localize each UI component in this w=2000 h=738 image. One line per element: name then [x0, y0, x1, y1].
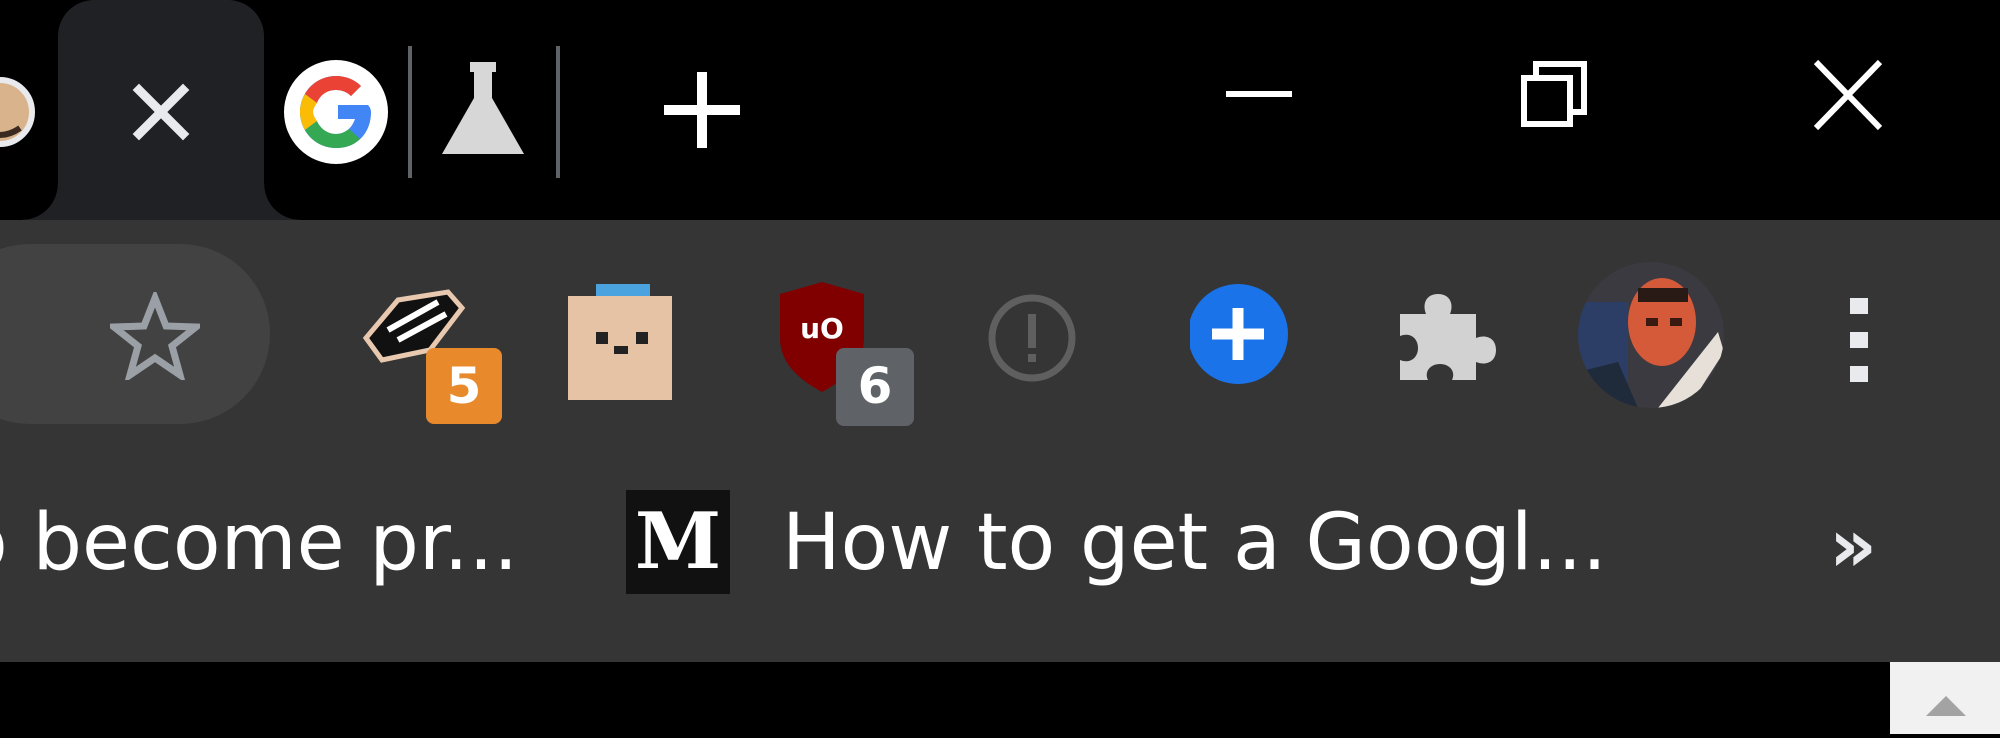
scrollbar-up-arrow[interactable]	[1890, 662, 2000, 734]
flask-icon[interactable]	[436, 60, 530, 160]
window-close-icon[interactable]	[1800, 50, 1894, 140]
page-content	[0, 662, 2000, 734]
stamp-extension-icon[interactable]: 5	[358, 280, 502, 424]
restore-icon[interactable]	[1506, 50, 1600, 140]
tab-close-icon[interactable]	[127, 78, 195, 146]
extension-badge: 5	[426, 348, 502, 424]
extension-badge: 6	[836, 348, 914, 426]
kebab-menu-icon[interactable]	[1840, 290, 1878, 390]
bookmark-item-label[interactable]: How to get a Googl...	[782, 488, 1607, 598]
bookmark-star-icon[interactable]	[104, 288, 206, 384]
blue-plus-circle-icon[interactable]	[1190, 280, 1310, 420]
tab-separator	[556, 46, 560, 178]
bookmarks-overflow-chevron-icon[interactable]: »	[1808, 506, 1898, 586]
bookmark-item-label[interactable]: o become pr...	[0, 488, 518, 598]
new-tab-plus-icon[interactable]	[660, 68, 744, 152]
ublock-logo-text: uO	[800, 312, 844, 345]
tab-separator	[408, 46, 412, 178]
puzzle-piece-icon[interactable]	[1392, 280, 1512, 420]
pixel-face-extension-icon[interactable]	[566, 280, 686, 420]
medium-m-icon[interactable]: M	[626, 490, 730, 594]
profile-avatar[interactable]	[1578, 262, 1724, 408]
partial-tab-favicon[interactable]	[0, 72, 38, 152]
ublock-origin-icon[interactable]: uO 6	[778, 280, 914, 426]
info-circle-icon[interactable]	[986, 280, 1106, 420]
google-g-icon[interactable]	[282, 58, 390, 166]
minimize-icon[interactable]	[1212, 50, 1306, 140]
